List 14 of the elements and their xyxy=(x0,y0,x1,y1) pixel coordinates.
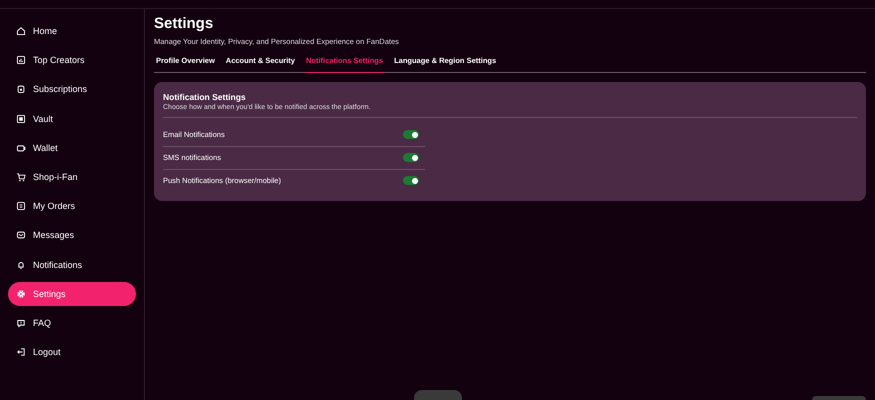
sidebar-item[interactable]: Settings xyxy=(8,282,136,306)
sidebar-item[interactable]: Top Creators xyxy=(8,48,136,72)
card-title: Notification Settings xyxy=(163,92,247,102)
sidebar-item[interactable]: My Orders xyxy=(8,194,136,218)
page-title: Settings xyxy=(154,15,214,34)
sidebar-item[interactable]: Logout xyxy=(8,340,136,364)
sidebar-item[interactable]: FAQ xyxy=(8,310,136,335)
sidebar-item[interactable]: Vault xyxy=(8,106,136,131)
sidebar-item[interactable]: Notifications xyxy=(8,252,136,276)
sidebar-item[interactable]: Shop-i-Fan xyxy=(8,164,136,189)
sidebar-item[interactable]: Wallet xyxy=(8,136,136,160)
sidebar-item[interactable]: Home xyxy=(8,19,136,43)
sidebar-item[interactable]: Messages xyxy=(8,223,136,248)
sidebar-item[interactable]: Subscriptions xyxy=(8,77,136,102)
